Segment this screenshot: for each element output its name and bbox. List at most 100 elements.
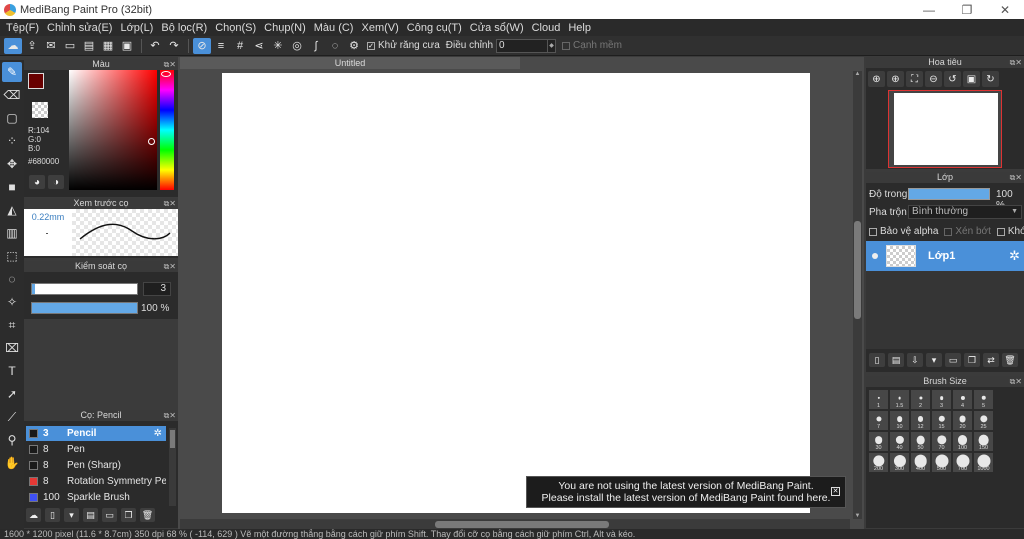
scrollbar-thumb[interactable] [854, 221, 861, 319]
panel-float-close-icon[interactable]: ⧉✕ [1010, 172, 1022, 183]
dot-tool-icon[interactable]: ⁘ [2, 131, 22, 151]
grid-snap-icon[interactable]: # [231, 38, 249, 54]
menu-help[interactable]: Help [564, 22, 595, 34]
menu-window[interactable]: Cửa sổ(W) [466, 22, 528, 34]
move-tool-icon[interactable]: ✥ [2, 154, 22, 174]
brush-size-cell[interactable]: 7 [868, 410, 889, 431]
eraser-tool-icon[interactable]: ⌫ [2, 85, 22, 105]
brush-size-cell[interactable]: 30 [868, 431, 889, 452]
correction-spinner[interactable]: ◆ [548, 38, 557, 53]
add-layer-menu-icon[interactable]: ▾ [926, 353, 942, 367]
brush-size-cell[interactable]: 100 [952, 431, 973, 452]
brush-size-cell[interactable]: 40 [889, 431, 910, 452]
select-eraser-tool-icon[interactable]: ⌧ [2, 338, 22, 358]
scrollbar-thumb[interactable] [435, 521, 609, 528]
foreground-color-swatch[interactable] [28, 73, 44, 89]
transparent-color-swatch[interactable] [32, 102, 48, 118]
document-tab[interactable]: Untitled [180, 57, 520, 69]
saturation-value-field[interactable] [69, 70, 157, 190]
palette-edit-icon[interactable]: ◑ [48, 175, 64, 189]
fill-rect-tool-icon[interactable]: ■ [2, 177, 22, 197]
brush-size-cell[interactable]: 300 [889, 452, 910, 473]
brush-size-cell[interactable]: 500 [931, 452, 952, 473]
text-tool-icon[interactable]: T [2, 361, 22, 381]
select-pen-tool-icon[interactable]: ⌗ [2, 315, 22, 335]
circle-snap-icon[interactable]: ◎ [288, 38, 306, 54]
brush-size-cell[interactable]: 12 [910, 410, 931, 431]
bucket-tool-icon[interactable]: ◭ [2, 200, 22, 220]
brush-item-sparkle[interactable]: 100 Sparkle Brush [26, 490, 166, 505]
color-picker-ring[interactable] [148, 138, 155, 145]
scrollbar-thumb[interactable] [170, 430, 175, 448]
actual-size-icon[interactable]: ▣ [963, 71, 980, 87]
brush-size-cell[interactable]: 3 [931, 389, 952, 410]
rotate-right-icon[interactable]: ↻ [982, 71, 999, 87]
duplicate-icon[interactable]: ❐ [964, 353, 980, 367]
close-button[interactable]: ✕ [986, 0, 1024, 19]
brush-size-cell[interactable]: 5 [973, 389, 994, 410]
trash-icon[interactable]: 🗑 [1002, 353, 1018, 367]
menu-snap[interactable]: Chụp(N) [260, 22, 310, 34]
add-brush-icon[interactable]: ▾ [64, 508, 79, 522]
brush-settings-icon[interactable]: ▤ [83, 508, 98, 522]
brush-size-cell[interactable]: 15 [931, 410, 952, 431]
menu-file[interactable]: Tệp(F) [2, 22, 43, 34]
menu-color[interactable]: Màu (C) [310, 22, 358, 34]
share-icon[interactable]: ⇪ [23, 38, 41, 54]
drawing-canvas[interactable] [222, 73, 810, 513]
gradient-tool-icon[interactable]: ▥ [2, 223, 22, 243]
brush-item-pen-sharp[interactable]: 8 Pen (Sharp) [26, 458, 166, 473]
settings-snap-icon[interactable]: ◌ [326, 38, 344, 54]
snap-off-icon[interactable]: ⊘ [193, 37, 211, 54]
new-halftone-layer-icon[interactable]: ▤ [888, 353, 904, 367]
grid-layout-icon[interactable]: ▣ [118, 38, 136, 54]
brush-size-cell[interactable]: 4 [952, 389, 973, 410]
palette-icon[interactable]: ◕ [29, 175, 45, 189]
folder-icon[interactable]: ▭ [102, 508, 117, 522]
menu-filter[interactable]: Bộ lọc(R) [157, 22, 211, 34]
menu-tools[interactable]: Công cụ(T) [403, 22, 466, 34]
gear-icon[interactable]: ⚙ [345, 38, 363, 54]
menu-cloud[interactable]: Cloud [528, 22, 565, 34]
brush-size-cell[interactable]: 20 [952, 410, 973, 431]
duplicate-icon[interactable]: ❐ [121, 508, 136, 522]
panel-layout-icon[interactable]: ▦ [99, 38, 117, 54]
new-brush-icon[interactable]: ▯ [45, 508, 60, 522]
lasso-tool-icon[interactable]: ◌ [2, 269, 22, 289]
close-icon[interactable]: ✕ [831, 487, 840, 496]
cloud-brush-icon[interactable]: ☁ [26, 508, 41, 522]
lock-checkbox[interactable]: Khóa [996, 226, 1024, 237]
undo-icon[interactable]: ↶ [146, 38, 164, 54]
brush-size-cell[interactable]: 10 [889, 410, 910, 431]
operation-tool-icon[interactable]: ➚ [2, 384, 22, 404]
scroll-up-icon[interactable]: ▲ [853, 71, 862, 77]
panel-float-close-icon[interactable]: ⧉✕ [164, 59, 176, 70]
layer-row[interactable]: Lớp1 ✲ [866, 241, 1024, 271]
clipping-checkbox[interactable]: Xén bớt [944, 226, 991, 237]
curve-snap-icon[interactable]: ∫ [307, 38, 325, 54]
eyedropper-tool-icon[interactable]: ⚲ [2, 430, 22, 450]
gear-icon[interactable]: ✲ [1009, 248, 1020, 264]
soft-edge-checkbox[interactable]: Cạnh mềm [562, 40, 622, 51]
menu-layer[interactable]: Lớp(L) [116, 22, 157, 34]
update-notification[interactable]: You are not using the latest version of … [526, 476, 846, 508]
gear-icon[interactable]: ✲ [154, 428, 162, 439]
brush-size-cell[interactable]: 25 [973, 410, 994, 431]
menu-select[interactable]: Chọn(S) [211, 22, 260, 34]
brush-list-scrollbar[interactable] [169, 428, 176, 506]
brush-size-cell[interactable]: 50 [910, 431, 931, 452]
brush-size-cell[interactable]: 70 [931, 431, 952, 452]
rectangle-tool-icon[interactable]: ▢ [2, 108, 22, 128]
brush-item-pencil[interactable]: 3 Pencil ✲ [26, 426, 166, 441]
redo-icon[interactable]: ↷ [165, 38, 183, 54]
hand-tool-icon[interactable]: ✋ [2, 453, 22, 473]
brush-size-cell[interactable]: 2 [910, 389, 931, 410]
divide-tool-icon[interactable]: ⟋ [2, 407, 22, 427]
panel-float-close-icon[interactable]: ⧉✕ [164, 198, 176, 209]
zoom-out-icon[interactable]: ⊖ [925, 71, 942, 87]
brush-size-cell[interactable]: 1000 [973, 452, 994, 473]
fit-window-icon[interactable]: ⛶ [906, 71, 923, 87]
layer-opacity-slider[interactable] [908, 188, 990, 200]
radial-snap-icon[interactable]: ✳ [269, 38, 287, 54]
import-layer-icon[interactable]: ⇩ [907, 353, 923, 367]
